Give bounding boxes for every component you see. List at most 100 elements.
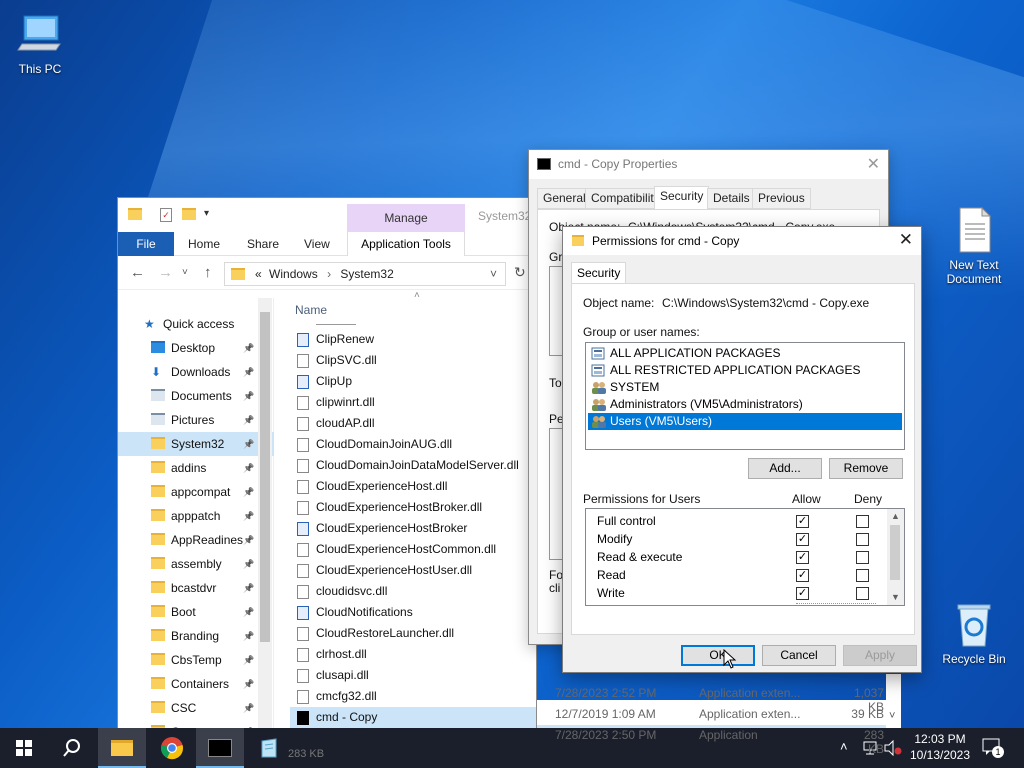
cancel-button[interactable]: Cancel xyxy=(762,645,836,666)
search-button[interactable] xyxy=(48,728,96,768)
tab-manage[interactable]: Manage xyxy=(347,204,465,232)
show-hidden-icons[interactable]: ˄ xyxy=(840,739,848,754)
list-item[interactable]: SYSTEM xyxy=(588,379,902,396)
column-header-name[interactable]: Name xyxy=(295,303,327,317)
allow-checkbox[interactable]: ✓ xyxy=(796,569,809,582)
taskbar-cmd[interactable] xyxy=(196,728,244,768)
taskbar-file-explorer[interactable] xyxy=(98,728,146,768)
table-row[interactable]: CloudDomainJoinAUG.dll xyxy=(290,434,536,455)
breadcrumb-system32[interactable]: System32 xyxy=(340,267,393,281)
remove-button[interactable]: Remove xyxy=(829,458,903,479)
sidebar-item-boot[interactable]: Boot 📌 xyxy=(118,600,274,624)
permissions-titlebar[interactable]: Permissions for cmd - Copy ✕ xyxy=(563,227,921,255)
deny-checkbox[interactable] xyxy=(856,587,869,600)
ok-button[interactable]: OK xyxy=(681,645,755,666)
scroll-down-arrow-icon[interactable]: ▼ xyxy=(891,592,900,602)
qat-dropdown-icon[interactable]: ▾ xyxy=(204,208,209,219)
table-row[interactable]: CloudRestoreLauncher.dll xyxy=(290,623,536,644)
scrollbar-thumb[interactable] xyxy=(890,525,900,580)
table-row[interactable]: ClipRenew xyxy=(290,329,536,350)
table-row[interactable]: cloudidsvc.dll xyxy=(290,581,536,602)
permissions-dialog[interactable]: Permissions for cmd - Copy ✕ Security Ob… xyxy=(562,226,922,673)
desktop-icon-recycle-bin[interactable]: Recycle Bin xyxy=(936,600,1012,666)
group-user-list[interactable]: ALL APPLICATION PACKAGES ALL RESTRICTED A… xyxy=(585,342,905,450)
tab-security[interactable]: Security xyxy=(571,262,627,284)
sidebar-item-desktop[interactable]: Desktop 📌 xyxy=(118,336,274,360)
sidebar-item-quick-access[interactable]: ★ Quick access xyxy=(118,312,274,336)
deny-checkbox[interactable] xyxy=(856,569,869,582)
list-item[interactable]: Users (VM5\Users) xyxy=(588,413,902,430)
tab-general[interactable]: General xyxy=(537,188,592,209)
table-row[interactable]: clrhost.dll xyxy=(290,644,536,665)
allow-checkbox[interactable]: ✓ xyxy=(796,515,809,528)
list-item[interactable]: ALL APPLICATION PACKAGES xyxy=(588,345,902,362)
start-button[interactable] xyxy=(0,728,48,768)
properties-titlebar[interactable]: cmd - Copy Properties ✕ xyxy=(529,150,888,179)
table-row[interactable]: cmd - Copy xyxy=(290,707,536,728)
sidebar-item-appreadines[interactable]: AppReadines 📌 xyxy=(118,528,274,552)
table-row[interactable]: ClipUp xyxy=(290,371,536,392)
allow-checkbox[interactable]: ✓ xyxy=(796,551,809,564)
explorer-titlebar[interactable]: ✓ ▾ Manage System32 xyxy=(118,198,536,232)
breadcrumb-overflow[interactable]: « xyxy=(255,267,262,281)
sidebar-item-apppatch[interactable]: apppatch 📌 xyxy=(118,504,274,528)
close-icon[interactable]: ✕ xyxy=(867,154,880,174)
table-row[interactable]: CloudExperienceHost.dll xyxy=(290,476,536,497)
breadcrumb-windows[interactable]: Windows xyxy=(269,267,318,281)
deny-checkbox[interactable] xyxy=(856,515,869,528)
sidebar-item-downloads[interactable]: ⬇ Downloads 📌 xyxy=(118,360,274,384)
sidebar-item-pictures[interactable]: Pictures 📌 xyxy=(118,408,274,432)
breadcrumb-separator-icon[interactable]: › xyxy=(327,267,331,281)
clock[interactable]: 12:03 PM 10/13/2023 xyxy=(904,731,976,763)
apply-button[interactable]: Apply xyxy=(843,645,917,666)
properties-qat-icon[interactable]: ✓ xyxy=(160,208,172,222)
taskbar-notepad[interactable] xyxy=(244,728,292,768)
sidebar-item-appcompat[interactable]: appcompat 📌 xyxy=(118,480,274,504)
allow-checkbox[interactable]: ✓ xyxy=(796,587,809,600)
tab-details[interactable]: Details xyxy=(707,188,756,209)
recent-dropdown-icon[interactable]: ˅ xyxy=(182,267,188,278)
scroll-down-arrow-icon[interactable]: ˅ xyxy=(889,710,895,722)
scrollbar-thumb[interactable] xyxy=(260,312,270,642)
tab-file[interactable]: File xyxy=(118,232,174,256)
tab-share[interactable]: Share xyxy=(247,237,279,251)
sidebar-item-containers[interactable]: Containers 📌 xyxy=(118,672,274,696)
sidebar-item-assembly[interactable]: assembly 📌 xyxy=(118,552,274,576)
details-scrollbar[interactable]: ˅ xyxy=(886,674,901,728)
tab-home[interactable]: Home xyxy=(188,237,220,251)
address-bar[interactable]: « Windows › System32 ˅ xyxy=(224,262,506,286)
list-item[interactable]: ALL RESTRICTED APPLICATION PACKAGES xyxy=(588,362,902,379)
table-row[interactable]: CloudExperienceHostBroker xyxy=(290,518,536,539)
tab-view[interactable]: View xyxy=(304,237,330,251)
sidebar-item-documents[interactable]: Documents 📌 xyxy=(118,384,274,408)
scroll-up-arrow-icon[interactable]: ▲ xyxy=(891,511,900,521)
file-explorer-window[interactable]: ✓ ▾ Manage System32 File Home Share View… xyxy=(117,197,537,733)
table-row[interactable]: CloudExperienceHostBroker.dll xyxy=(290,497,536,518)
address-dropdown-icon[interactable]: ˅ xyxy=(490,267,497,281)
up-arrow-icon[interactable]: ↑ xyxy=(204,264,212,281)
desktop-icon-new-text-document[interactable]: New Text Document xyxy=(936,206,1012,286)
table-row[interactable]: CloudNotifications xyxy=(290,602,536,623)
table-row[interactable]: cmcfg32.dll xyxy=(290,686,536,707)
desktop-icon-this-pc[interactable]: This PC xyxy=(2,10,78,76)
action-center-button[interactable]: 1 xyxy=(982,738,1004,759)
table-row[interactable]: CloudExperienceHostCommon.dll xyxy=(290,539,536,560)
table-row[interactable]: CloudDomainJoinDataModelServer.dll xyxy=(290,455,536,476)
sidebar-item-addins[interactable]: addins 📌 xyxy=(118,456,274,480)
back-arrow-icon[interactable]: ← xyxy=(130,264,145,281)
deny-checkbox[interactable] xyxy=(856,551,869,564)
sidebar-item-bcastdvr[interactable]: bcastdvr 📌 xyxy=(118,576,274,600)
sidebar-item-system32[interactable]: System32 📌 xyxy=(118,432,274,456)
volume-muted-icon[interactable] xyxy=(884,740,902,756)
new-folder-qat-icon[interactable] xyxy=(182,208,196,220)
add-button[interactable]: Add... xyxy=(748,458,822,479)
list-item[interactable]: Administrators (VM5\Administrators) xyxy=(588,396,902,413)
sidebar-item-csc[interactable]: CSC 📌 xyxy=(118,696,274,720)
permissions-scrollbar[interactable]: ▲ ▼ xyxy=(887,509,904,605)
refresh-icon[interactable]: ↻ xyxy=(514,264,526,281)
taskbar-chrome[interactable] xyxy=(148,728,196,768)
table-row[interactable]: ClipSVC.dll xyxy=(290,350,536,371)
table-row[interactable]: CloudExperienceHostUser.dll xyxy=(290,560,536,581)
sidebar-item-branding[interactable]: Branding 📌 xyxy=(118,624,274,648)
close-icon[interactable]: ✕ xyxy=(899,230,913,250)
